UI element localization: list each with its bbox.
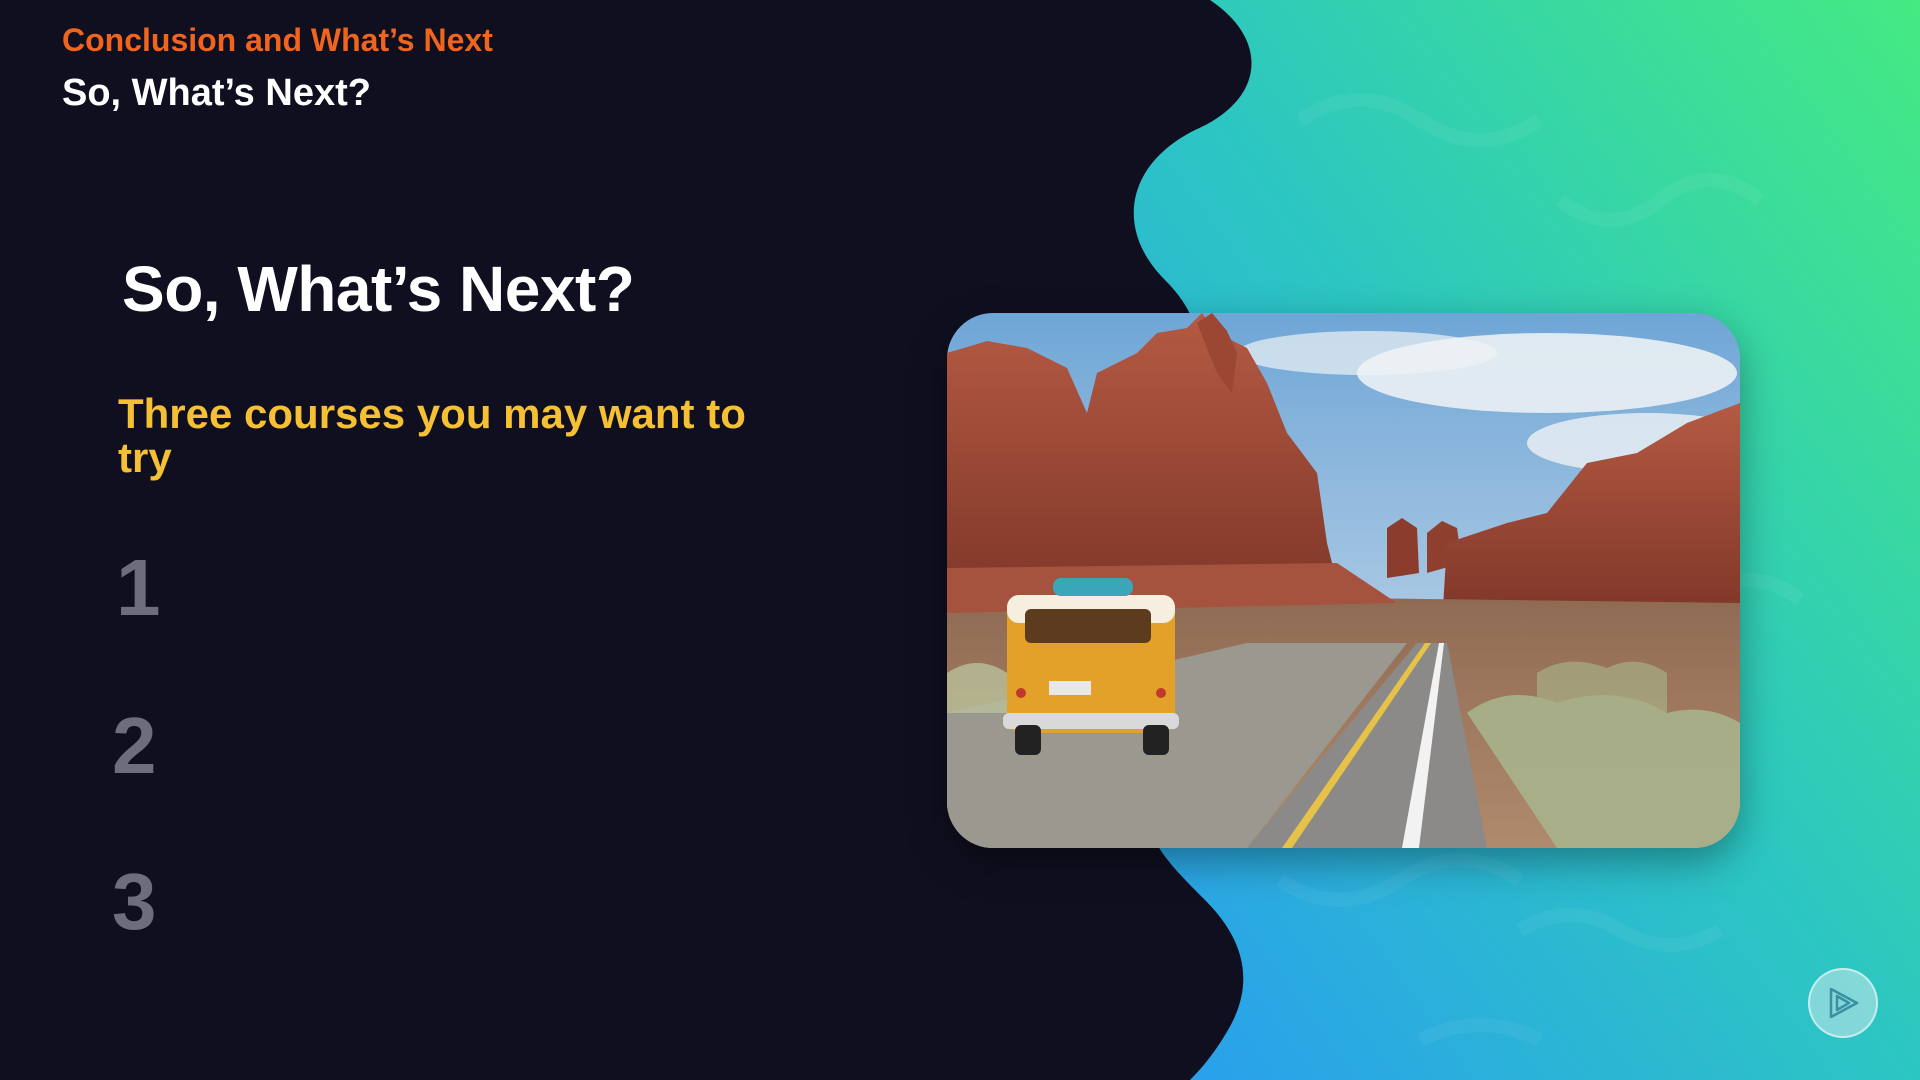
- van: [1003, 578, 1179, 755]
- list-number-3: 3: [112, 857, 157, 946]
- play-button[interactable]: [1808, 968, 1878, 1038]
- list-number-2: 2: [112, 701, 157, 790]
- module-title: So, What’s Next?: [62, 72, 371, 114]
- subheading: Three courses you may want to try: [118, 390, 746, 481]
- slide: Conclusion and What’s Next So, What’s Ne…: [0, 0, 1920, 1080]
- list-number-1: 1: [116, 543, 161, 632]
- desert-van-photo: [947, 313, 1740, 848]
- play-icon: [1829, 987, 1859, 1019]
- main-heading: So, What’s Next?: [122, 253, 635, 325]
- section-label: Conclusion and What’s Next: [62, 22, 493, 58]
